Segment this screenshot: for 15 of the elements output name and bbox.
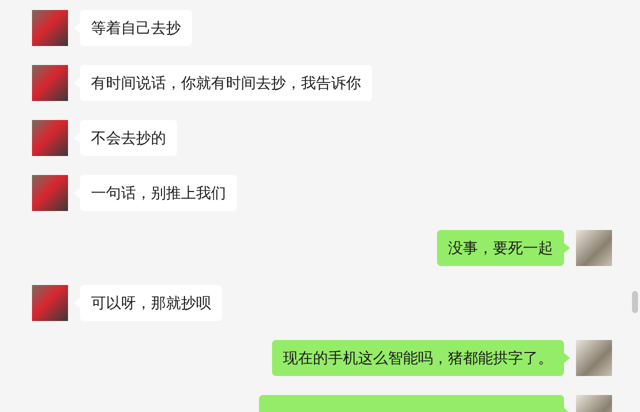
scrollbar-thumb[interactable] (632, 291, 638, 313)
avatar-photo-placeholder[interactable] (32, 285, 68, 321)
message-bubble: 现在的手机这么智能吗，猪都能拱字了。 (272, 340, 564, 376)
message-bubble: 一句话，别推上我们 (80, 175, 237, 211)
avatar-photo-placeholder[interactable] (32, 175, 68, 211)
message-bubble: 可以呀，那就抄呗 (80, 285, 222, 321)
avatar-photo-placeholder[interactable] (32, 10, 68, 46)
message-bubble: 不会去抄的 (80, 120, 177, 156)
avatar-photo-placeholder[interactable] (32, 65, 68, 101)
message-bubble: 有时间说话，你就有时间去抄，我告诉你 (80, 65, 372, 101)
avatar-photo-placeholder[interactable] (576, 230, 612, 266)
message-bubble: 等着自己去抄 (80, 10, 192, 46)
avatar-photo-placeholder[interactable] (32, 120, 68, 156)
message-bubble: 没事，要死一起 (437, 230, 564, 266)
avatar-photo-placeholder[interactable] (576, 340, 612, 376)
